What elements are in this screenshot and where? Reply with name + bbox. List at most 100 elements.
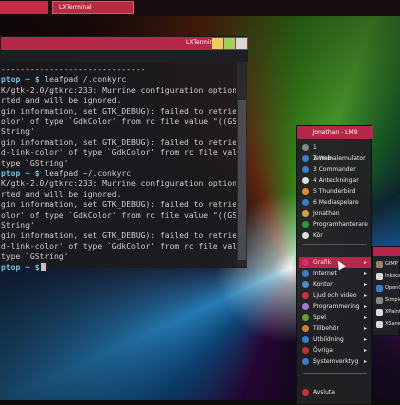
application-menu: Jonathan - LM9 1 Terminalemulator 2 Web 3 … xyxy=(296,125,373,405)
panel-start-button[interactable] xyxy=(0,1,48,14)
terminal-icon xyxy=(302,144,309,151)
submenu-item[interactable]: XPaint xyxy=(375,307,400,318)
terminal-titlebar[interactable]: LXTerminal xyxy=(1,37,248,50)
media-icon xyxy=(302,199,309,206)
web-icon xyxy=(302,155,309,162)
submenu-item-label: GIMP xyxy=(385,261,398,267)
scrollbar-thumb[interactable] xyxy=(238,100,246,260)
menu-item-label: 5 Thunderbird xyxy=(313,188,356,195)
submenu-item[interactable]: GIMP xyxy=(375,259,400,270)
terminal-prompt: ptop ~ $ xyxy=(1,75,40,85)
graphics-icon xyxy=(302,259,309,266)
graphics-submenu: GIMP Inkscape OpenOffice Simple Scan XPaint X… xyxy=(372,246,400,336)
submenu-item-label: XSane Image xyxy=(385,321,400,327)
menu-item[interactable]: 3 Commander xyxy=(299,164,371,175)
submenu-item[interactable]: Inkscape xyxy=(375,271,400,282)
menu-item[interactable]: Utbildning ▸ xyxy=(299,334,371,345)
menu-item-label: Internet xyxy=(313,270,337,277)
scanner-icon xyxy=(376,297,383,304)
internet-icon xyxy=(302,270,309,277)
menu-item-label: Programmering xyxy=(313,303,360,310)
run-icon xyxy=(302,232,309,239)
terminal-line: d-link-color' of type `GdkColor' from rc… xyxy=(1,241,236,251)
terminal-line: olor' of type `GdkColor' from rc file va… xyxy=(1,210,236,220)
menu-item-label: Utbildning xyxy=(313,336,344,343)
chevron-right-icon: ▸ xyxy=(363,259,367,266)
taskbar-window-button[interactable]: LXTerminal xyxy=(52,1,134,14)
terminal-window[interactable]: LXTerminal -----------------------------… xyxy=(0,36,248,272)
terminal-line: gin information, set GTK_DEBUG): failed … xyxy=(1,231,236,241)
terminal-line: ------------------------------ xyxy=(1,65,146,74)
menu-item[interactable]: 1 Terminalemulator xyxy=(299,142,371,162)
terminal-line: gin information, set GTK_DEBUG): failed … xyxy=(1,106,236,116)
menu-item-label: 4 Anteckningar xyxy=(313,177,359,184)
menu-item[interactable]: 4 Anteckningar xyxy=(299,175,371,186)
terminal-prompt: ptop ~ $ xyxy=(1,262,40,272)
office-icon xyxy=(302,281,309,288)
menu-item[interactable]: Ljud och video ▸ xyxy=(299,290,371,301)
menu-item[interactable]: Programmering ▸ xyxy=(299,301,371,312)
menu-separator xyxy=(303,373,367,374)
menu-item-label: Kontor xyxy=(313,281,333,288)
terminal-prompt: ptop ~ $ xyxy=(1,169,40,178)
package-icon xyxy=(302,221,309,228)
menu-item[interactable]: 6 Mediaspelare xyxy=(299,197,371,208)
menu-item[interactable]: Kontor ▸ xyxy=(299,279,371,290)
menu-item[interactable]: Kör xyxy=(299,230,371,241)
programming-icon xyxy=(302,303,309,310)
chevron-right-icon: ▸ xyxy=(363,347,367,354)
terminal-line: K/gtk-2.0/gtkrc:233: Murrine configurati… xyxy=(1,179,236,189)
terminal-line: String' xyxy=(1,127,35,137)
terminal-command: leafpad ~/.conkyrc xyxy=(39,169,132,178)
menu-item[interactable]: Programhanterare xyxy=(299,219,371,230)
submenu-item-label: Simple Scan xyxy=(385,297,400,303)
menu-item[interactable]: Internet ▸ xyxy=(299,268,371,279)
submenu-item-label: XPaint xyxy=(385,309,400,315)
submenu-header xyxy=(373,247,400,256)
terminal-line: d-link-color' of type `GdkColor' from rc… xyxy=(1,148,236,158)
terminal-line: gin information, set GTK_DEBUG): failed … xyxy=(1,137,236,147)
terminal-line: olor' of type `GdkColor' from rc file va… xyxy=(1,117,236,126)
submenu-item[interactable]: OpenOffice xyxy=(375,283,400,294)
menu-item[interactable]: Övriga ▸ xyxy=(299,345,371,356)
submenu-item[interactable]: Simple Scan xyxy=(375,295,400,306)
top-panel: LXTerminal xyxy=(0,0,400,16)
menu-item[interactable]: Tillbehör ▸ xyxy=(299,323,371,334)
games-icon xyxy=(302,314,309,321)
menu-item[interactable]: 2 Web xyxy=(299,153,371,164)
menu-item-label: Jonathan xyxy=(313,210,340,217)
gimp-icon xyxy=(376,261,383,268)
chevron-right-icon: ▸ xyxy=(363,303,367,310)
home-icon xyxy=(302,210,309,217)
menu-item-label: Grafik xyxy=(313,259,332,266)
terminal-line: ptop ~ $ xyxy=(1,263,46,272)
terminal-line: String' xyxy=(1,221,35,230)
menu-item[interactable]: Systemverktyg ▸ xyxy=(299,356,371,367)
sound-video-icon xyxy=(302,292,309,299)
notes-icon xyxy=(302,177,309,184)
terminal-line: K/gtk-2.0/gtkrc:233: Murrine configurati… xyxy=(1,85,236,95)
menu-item[interactable]: Spel ▸ xyxy=(299,312,371,323)
openoffice-icon xyxy=(376,285,383,292)
menu-item-label: 6 Mediaspelare xyxy=(313,199,359,206)
education-icon xyxy=(302,336,309,343)
menu-item[interactable]: Jonathan xyxy=(299,208,371,219)
menu-item-label: Spel xyxy=(313,314,326,321)
exit-icon xyxy=(302,389,309,396)
menu-item[interactable]: 5 Thunderbird xyxy=(299,186,371,197)
menu-title: Jonathan - LM9 xyxy=(297,126,373,139)
close-button[interactable] xyxy=(236,38,247,49)
terminal-line: type `GString' xyxy=(1,252,69,262)
menu-item[interactable]: Avsluta xyxy=(299,387,371,398)
menu-item-label: Ljud och video xyxy=(313,292,357,299)
terminal-line: ptop ~ $ leafpad /.conkyrc xyxy=(1,75,126,84)
terminal-output[interactable]: ------------------------------ ptop ~ $ l… xyxy=(1,62,236,302)
maximize-button[interactable] xyxy=(224,38,235,49)
submenu-item[interactable]: XSane Image xyxy=(375,319,400,330)
xsane-icon xyxy=(376,321,383,328)
minimize-button[interactable] xyxy=(212,38,223,49)
submenu-item-label: OpenOffice xyxy=(385,285,400,291)
terminal-line: ptop ~ $ leafpad ~/.conkyrc xyxy=(1,169,131,178)
chevron-right-icon: ▸ xyxy=(363,336,367,343)
terminal-scrollbar[interactable] xyxy=(237,62,247,267)
